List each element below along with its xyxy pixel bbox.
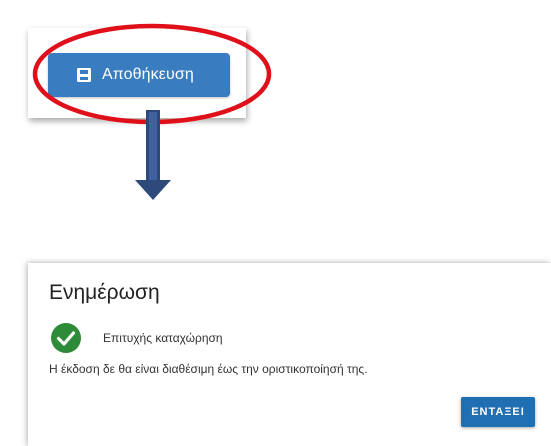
- dialog-title: Ενημέρωση: [49, 281, 160, 304]
- ok-button[interactable]: ΕΝΤΑΞΕΙ: [461, 397, 535, 427]
- down-arrow-icon: [135, 110, 171, 200]
- check-circle-icon: [51, 323, 81, 353]
- status-text: Επιτυχής καταχώρηση: [103, 331, 223, 345]
- dialog-message: Η έκδοση δε θα είναι διαθέσιμη έως την ο…: [49, 362, 368, 376]
- confirmation-dialog: Ενημέρωση Επιτυχής καταχώρηση Η έκδοση δ…: [28, 263, 551, 446]
- canvas: Αποθήκευση Ενημέρωση Επιτυχής καταχώρηση…: [0, 0, 551, 446]
- save-icon: [76, 67, 92, 83]
- save-button[interactable]: Αποθήκευση: [48, 53, 230, 97]
- save-button-label: Αποθήκευση: [102, 66, 194, 83]
